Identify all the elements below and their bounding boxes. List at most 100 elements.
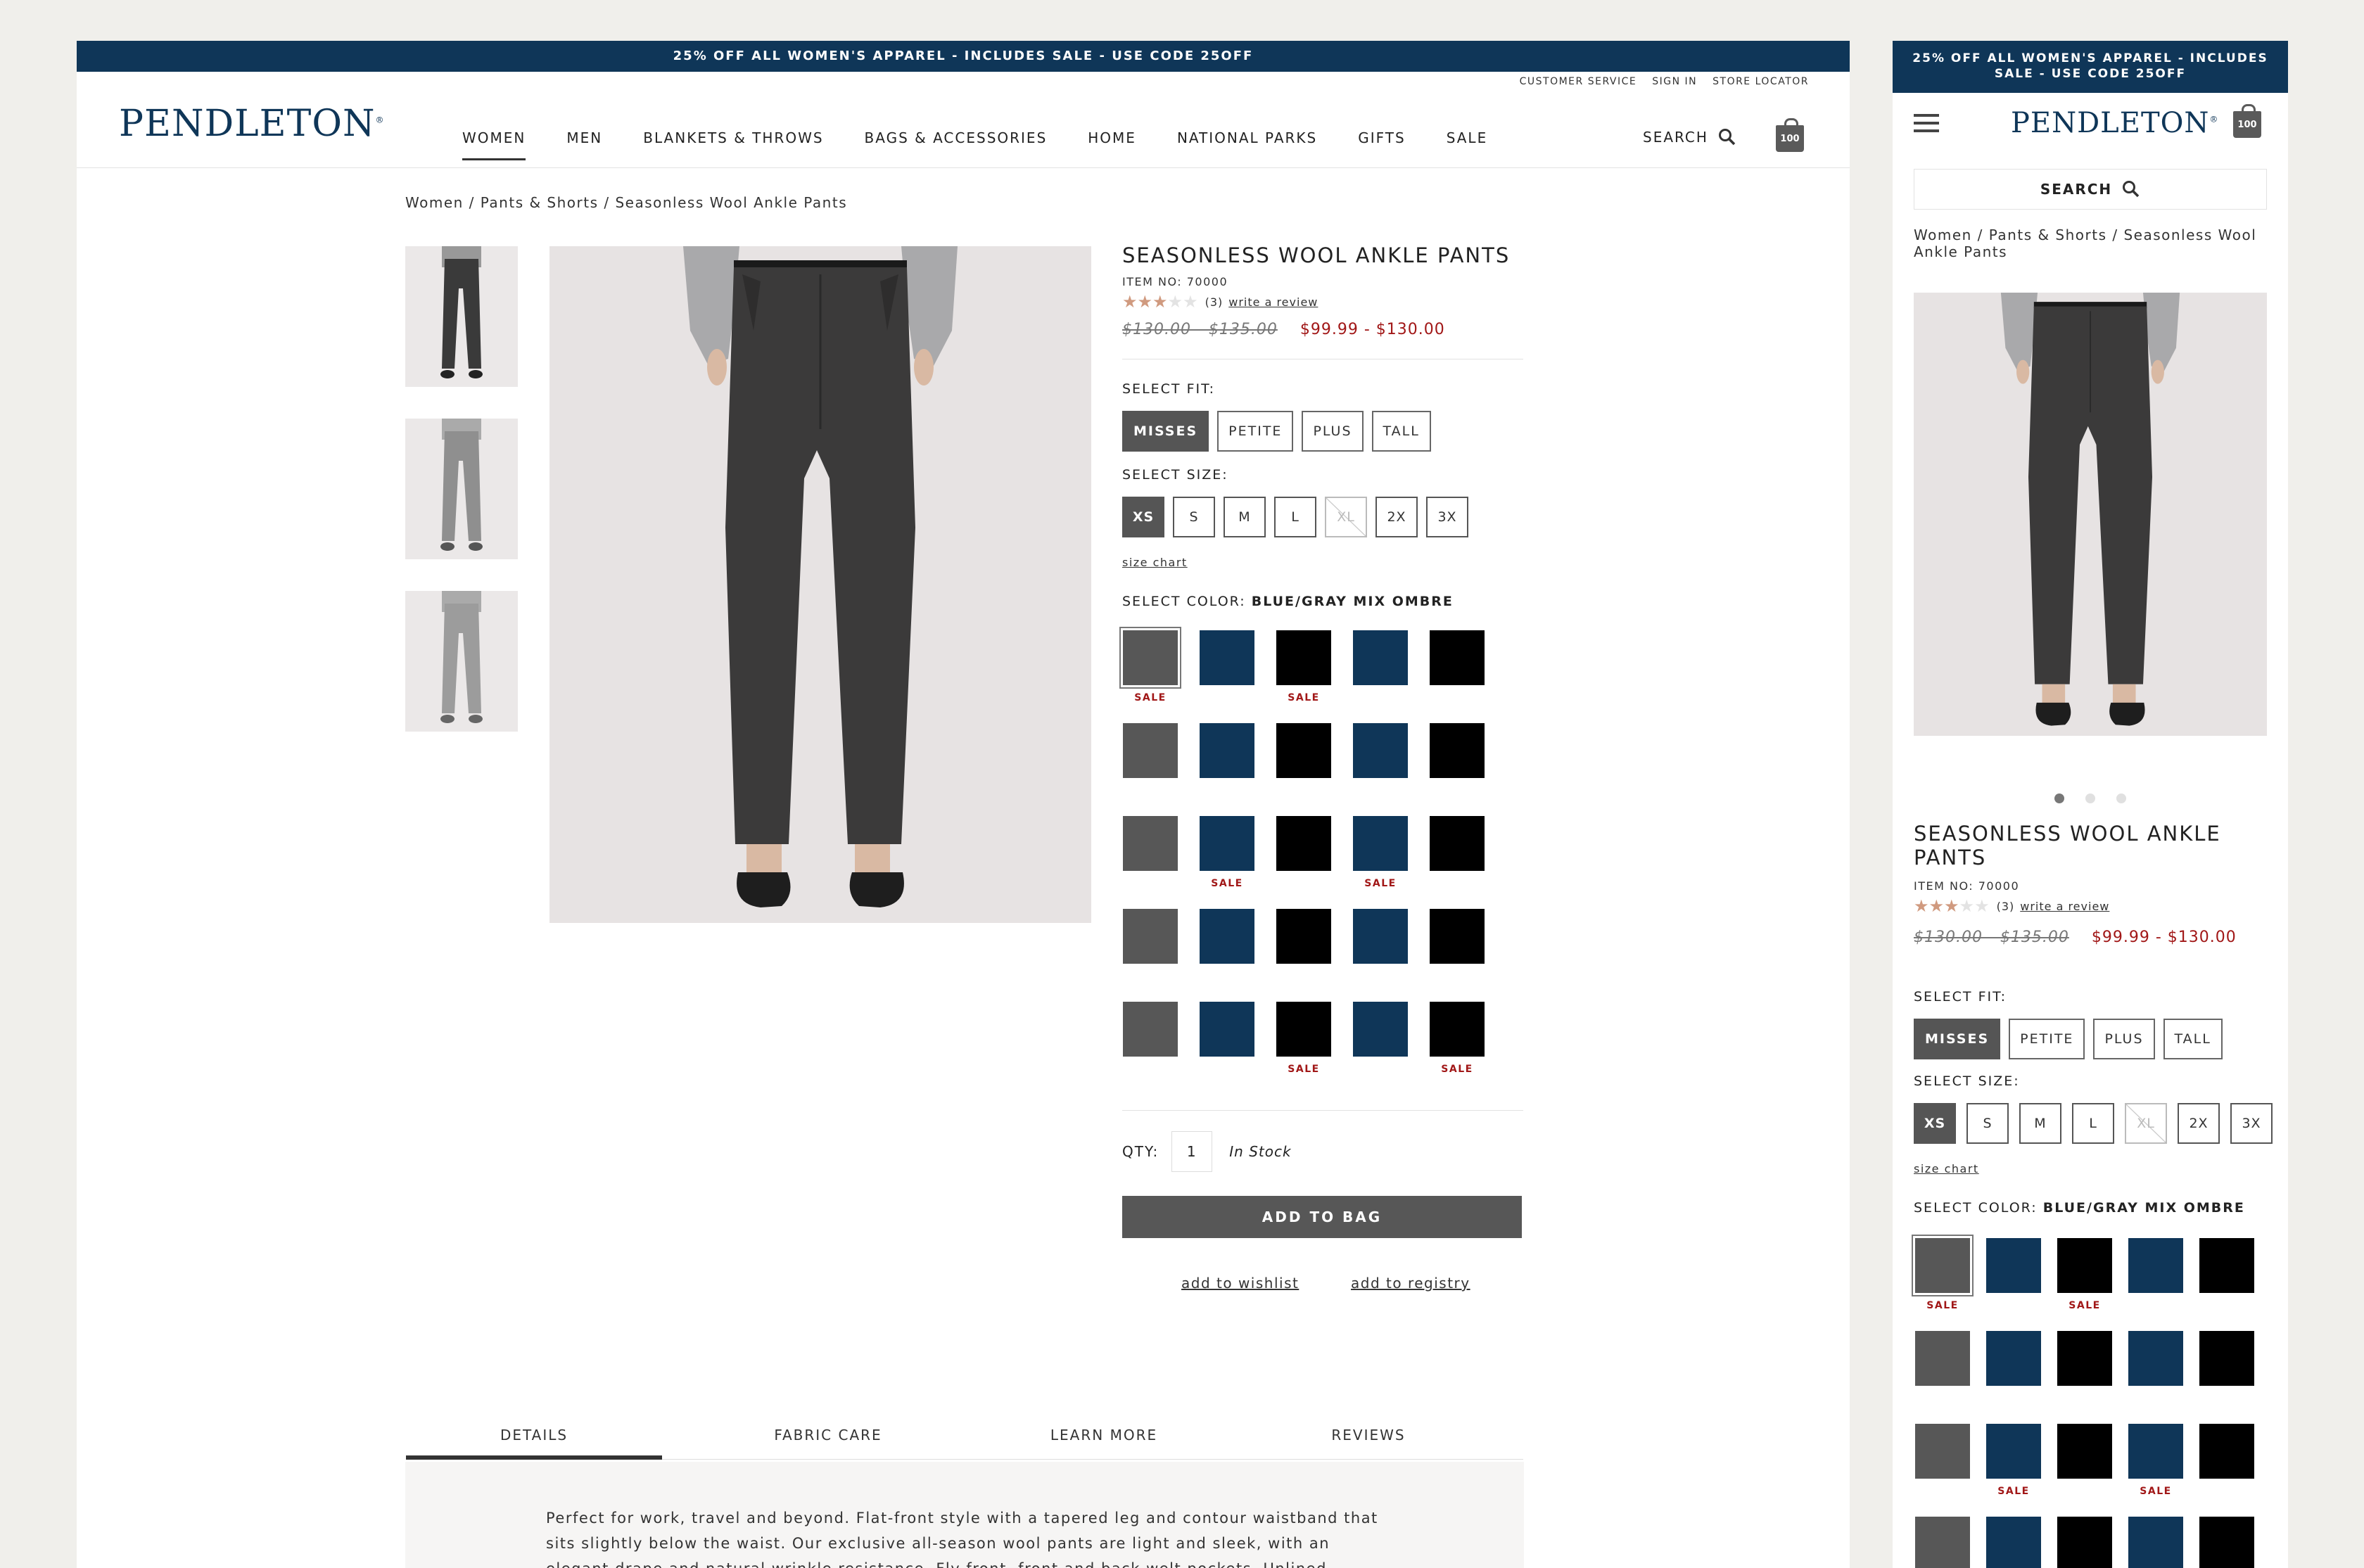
nav-blankets[interactable]: BLANKETS & THROWS — [643, 129, 823, 160]
color-swatch[interactable]: SALE — [1276, 1002, 1331, 1075]
color-swatch[interactable] — [2057, 1424, 2112, 1479]
fit-tall-button[interactable]: TALL — [2163, 1019, 2223, 1059]
size-s-button[interactable]: S — [1173, 497, 1215, 537]
qty-input[interactable]: 1 — [1171, 1131, 1213, 1172]
fit-plus-button[interactable]: PLUS — [1302, 411, 1364, 452]
rating-stars[interactable]: ★ ★ ★ ★ ★ (3) write a review — [1122, 292, 1318, 312]
add-to-wishlist-link[interactable]: add to wishlist — [1181, 1275, 1299, 1292]
color-swatch[interactable] — [2057, 1517, 2112, 1568]
size-xs-button[interactable]: XS — [1914, 1103, 1956, 1144]
color-swatch[interactable] — [1200, 723, 1254, 778]
tab-details[interactable]: DETAILS — [406, 1427, 662, 1460]
color-swatch[interactable] — [2199, 1238, 2254, 1293]
nav-bags-accessories[interactable]: BAGS & ACCESSORIES — [865, 129, 1048, 160]
fit-tall-button[interactable]: TALL — [1371, 411, 1431, 452]
color-swatch[interactable]: SALE — [1200, 816, 1254, 889]
size-m-button[interactable]: M — [2019, 1103, 2061, 1144]
color-swatch[interactable] — [1986, 1517, 2041, 1568]
nav-gifts[interactable]: GIFTS — [1358, 129, 1405, 160]
nav-men[interactable]: MEN — [566, 129, 602, 160]
size-3x-button[interactable]: 3X — [1426, 497, 1468, 537]
size-chart-link[interactable]: size chart — [1122, 556, 1188, 569]
fit-plus-button[interactable]: PLUS — [2093, 1019, 2155, 1059]
color-swatch[interactable] — [1200, 909, 1254, 964]
size-l-button[interactable]: L — [1274, 497, 1316, 537]
color-swatch[interactable]: SALE — [1276, 630, 1331, 703]
color-swatch[interactable] — [1276, 816, 1331, 871]
nav-women[interactable]: WOMEN — [462, 129, 526, 160]
search-button[interactable]: SEARCH — [1914, 169, 2267, 210]
color-swatch[interactable] — [2128, 1517, 2183, 1568]
color-swatch[interactable] — [1123, 1002, 1178, 1057]
tab-fabric-care[interactable]: FABRIC CARE — [662, 1427, 994, 1460]
color-swatch[interactable] — [1430, 630, 1485, 685]
store-locator-link[interactable]: STORE LOCATOR — [1712, 76, 1809, 87]
shopping-bag-icon[interactable]: 100 — [1776, 118, 1804, 152]
fit-misses-button[interactable]: MISSES — [1122, 411, 1209, 452]
color-swatch[interactable]: SALE — [1353, 816, 1408, 889]
add-to-bag-button[interactable]: ADD TO BAG — [1122, 1196, 1522, 1238]
carousel-dot[interactable] — [2116, 793, 2126, 803]
color-swatch[interactable] — [1353, 909, 1408, 964]
nav-national-parks[interactable]: NATIONAL PARKS — [1177, 129, 1317, 160]
color-swatch[interactable]: SALE — [1986, 1424, 2041, 1497]
size-xs-button[interactable]: XS — [1122, 497, 1164, 537]
color-swatch[interactable] — [1915, 1424, 1970, 1479]
product-main-image[interactable] — [549, 246, 1091, 923]
color-swatch[interactable] — [1915, 1331, 1970, 1386]
pendleton-logo[interactable]: PENDLETON® — [119, 103, 384, 145]
size-m-button[interactable]: M — [1224, 497, 1266, 537]
shopping-bag-icon[interactable]: 100 — [2233, 104, 2261, 138]
promo-banner[interactable]: 25% OFF ALL WOMEN'S APPAREL - INCLUDES S… — [1893, 41, 2288, 93]
fit-misses-button[interactable]: MISSES — [1914, 1019, 2001, 1059]
size-l-button[interactable]: L — [2072, 1103, 2114, 1144]
color-swatch[interactable] — [1353, 723, 1408, 778]
search-button[interactable]: SEARCH — [1643, 128, 1736, 146]
color-swatch[interactable] — [1353, 1002, 1408, 1057]
pendleton-logo[interactable]: PENDLETON® — [2011, 107, 2218, 139]
hamburger-menu-icon[interactable] — [1914, 114, 1939, 137]
carousel-dot[interactable] — [2054, 793, 2064, 803]
fit-petite-button[interactable]: PETITE — [1217, 411, 1294, 452]
breadcrumb[interactable]: Women / Pants & Shorts / Seasonless Wool… — [1914, 227, 2266, 260]
thumbnail-2[interactable] — [405, 419, 518, 559]
size-xl-button[interactable]: XL — [2125, 1103, 2167, 1144]
color-swatch[interactable] — [1986, 1331, 2041, 1386]
color-swatch[interactable] — [1276, 909, 1331, 964]
fit-petite-button[interactable]: PETITE — [2009, 1019, 2085, 1059]
add-to-registry-link[interactable]: add to registry — [1351, 1275, 1470, 1292]
rating-stars[interactable]: ★ ★ ★ ★ ★ (3) write a review — [1914, 896, 2109, 916]
size-3x-button[interactable]: 3X — [2230, 1103, 2273, 1144]
color-swatch[interactable] — [2199, 1517, 2254, 1568]
color-swatch[interactable] — [1123, 816, 1178, 871]
breadcrumb[interactable]: Women / Pants & Shorts / Seasonless Wool… — [405, 194, 847, 211]
size-xl-button[interactable]: XL — [1325, 497, 1367, 537]
nav-sale[interactable]: SALE — [1447, 129, 1488, 160]
color-swatch[interactable] — [1430, 723, 1485, 778]
color-swatch[interactable] — [1200, 1002, 1254, 1057]
size-2x-button[interactable]: 2X — [2178, 1103, 2220, 1144]
color-swatch[interactable] — [2128, 1331, 2183, 1386]
tab-learn-more[interactable]: LEARN MORE — [994, 1427, 1214, 1460]
color-swatch[interactable]: SALE — [2128, 1424, 2183, 1497]
promo-banner[interactable]: 25% OFF ALL WOMEN'S APPAREL - INCLUDES S… — [77, 41, 1850, 72]
color-swatch[interactable] — [2057, 1331, 2112, 1386]
color-swatch[interactable] — [1430, 909, 1485, 964]
color-swatch[interactable] — [1353, 630, 1408, 685]
color-swatch[interactable]: SALE — [2057, 1238, 2112, 1311]
color-swatch[interactable] — [2128, 1238, 2183, 1293]
color-swatch[interactable] — [1276, 723, 1331, 778]
sign-in-link[interactable]: SIGN IN — [1652, 76, 1697, 87]
color-swatch[interactable] — [1915, 1517, 1970, 1568]
write-review-link[interactable]: write a review — [2020, 900, 2109, 913]
product-main-image[interactable] — [1914, 293, 2267, 736]
color-swatch[interactable] — [1200, 630, 1254, 685]
size-s-button[interactable]: S — [1966, 1103, 2009, 1144]
color-swatch[interactable] — [2199, 1331, 2254, 1386]
color-swatch[interactable]: SALE — [1123, 630, 1178, 703]
write-review-link[interactable]: write a review — [1228, 295, 1318, 309]
color-swatch[interactable] — [1123, 723, 1178, 778]
carousel-dot[interactable] — [2085, 793, 2095, 803]
color-swatch[interactable]: SALE — [1430, 1002, 1485, 1075]
size-2x-button[interactable]: 2X — [1375, 497, 1418, 537]
